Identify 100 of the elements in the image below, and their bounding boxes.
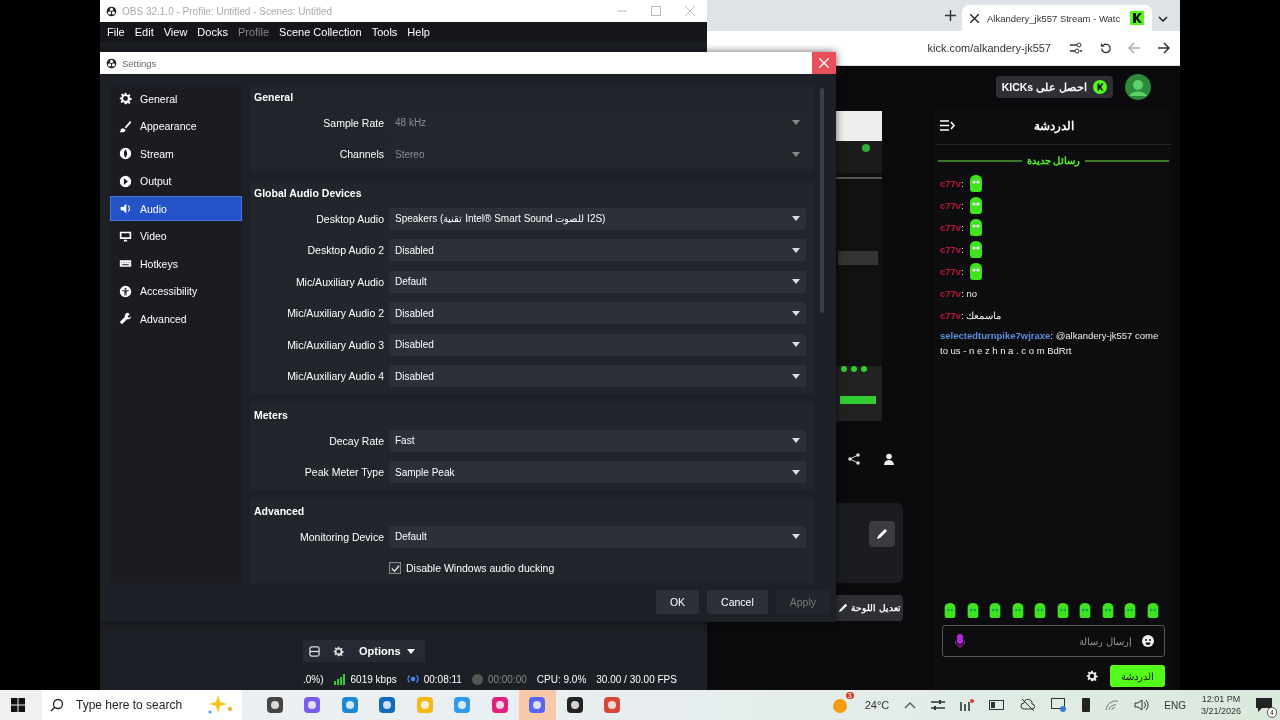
avatar[interactable] (1125, 74, 1151, 100)
coin-icon (1093, 80, 1107, 94)
forward-arrow-icon[interactable] (1157, 42, 1170, 54)
clock-time[interactable]: 12:01 PM (1201, 693, 1241, 705)
accessibility-icon (119, 284, 132, 298)
sidebar-item[interactable]: Accessibility (110, 278, 242, 304)
checkbox-label: Disable Windows audio ducking (406, 562, 555, 575)
search-icon[interactable] (50, 698, 64, 712)
menu-item[interactable]: Edit (129, 26, 159, 38)
sidebar-item[interactable]: Video (110, 223, 242, 249)
close-icon (819, 58, 829, 68)
gear-icon[interactable] (333, 645, 344, 657)
notification-icon[interactable] (1256, 697, 1272, 713)
close-icon[interactable] (970, 13, 979, 23)
field-label: Decay Rate (328, 434, 384, 447)
search-box[interactable]: Type here to search (42, 690, 242, 720)
message-input[interactable]: إرسال رسالة (973, 634, 1134, 648)
start-icon[interactable] (11, 698, 25, 712)
keyboard-icon (119, 257, 132, 270)
close-button[interactable] (812, 52, 836, 74)
chat-button[interactable]: الدردشة (1110, 665, 1165, 687)
settings-icon[interactable] (1086, 670, 1098, 682)
edit-button[interactable] (869, 521, 895, 547)
sidebar-item[interactable]: Audio (110, 196, 242, 221)
chat-message: selectedturnpike7wjraxe: @alkandery-jk557 come to us - n e z h n a . c o m BdRrt (940, 329, 1160, 358)
monitor-icon (119, 229, 132, 243)
chart-icon[interactable] (960, 699, 975, 711)
emote-icon[interactable] (942, 603, 958, 619)
field-label: Sample Rate (322, 116, 384, 129)
sidebar-item[interactable]: Output (110, 168, 242, 194)
brush-icon (119, 119, 132, 133)
caret-icon (792, 310, 800, 316)
menu-item[interactable]: Tools (366, 26, 403, 38)
person-icon[interactable] (884, 453, 896, 465)
task-view-icon[interactable] (265, 696, 284, 714)
tune-icon[interactable] (1069, 42, 1083, 54)
collapse-icon[interactable] (940, 120, 955, 131)
caret-icon (792, 247, 800, 253)
sidebar-item[interactable]: Hotkeys (110, 251, 242, 276)
sidebar-item[interactable]: General (110, 86, 242, 111)
sidebar-item[interactable]: Appearance (110, 113, 242, 139)
address-field[interactable]: kick.com/alkandery-jk557 (927, 42, 1051, 54)
screen-icon[interactable] (1051, 698, 1068, 712)
sliders-icon[interactable] (931, 699, 946, 711)
share-icon[interactable] (848, 453, 860, 465)
menu-item[interactable]: Help (402, 26, 435, 38)
field-label: Mic/Auxiliary Audio (294, 275, 384, 288)
phone-icon[interactable] (1082, 698, 1091, 712)
logo-icon (106, 5, 117, 17)
chat-message: c77v: (940, 243, 964, 257)
dropdown[interactable]: Disabled (389, 302, 806, 325)
reload-icon[interactable] (1099, 41, 1112, 55)
dropdown[interactable]: Default (389, 270, 806, 293)
caret-icon (792, 534, 800, 540)
dropdown[interactable]: Fast (389, 429, 806, 452)
browser-tab[interactable]: Alkandery_jk557 Stream - Watc (962, 5, 1152, 31)
menu-item[interactable]: View (158, 26, 193, 38)
caret-icon (792, 216, 800, 222)
message-box[interactable]: إرسال رسالة (942, 625, 1165, 657)
scrollbar-thumb[interactable] (820, 88, 824, 313)
checkmark-icon (390, 563, 400, 573)
dropdown[interactable]: Disabled (389, 365, 806, 388)
menu-item[interactable]: File (102, 26, 130, 38)
cloud-off-icon[interactable] (1020, 699, 1037, 711)
caret-icon (792, 373, 800, 379)
dialog-button[interactable]: Cancel (707, 590, 768, 614)
group-title: Advanced (253, 505, 306, 519)
kicks-button[interactable]: احصل على KICKs (995, 76, 1113, 98)
clock-date[interactable]: 3/21/2026 (1200, 705, 1241, 717)
app-icon[interactable] (565, 696, 584, 714)
dropdown[interactable]: Speakers (تقنية Intel® Smart Sound للصوت I2S) (389, 207, 806, 230)
battery-icon[interactable] (989, 700, 1006, 710)
temperature-text[interactable]: 24°C (864, 699, 890, 711)
broadcast-icon (406, 674, 419, 684)
caret-icon (406, 648, 415, 654)
sidebar-item[interactable]: Advanced (110, 306, 242, 331)
dialog-button[interactable]: OK (655, 590, 700, 614)
menu-item[interactable]: Scene Collection (274, 26, 367, 38)
new-tab-icon[interactable] (945, 10, 956, 21)
dropdown[interactable]: Disabled (389, 239, 806, 262)
dropdown[interactable]: Disabled (389, 333, 806, 356)
window-title: OBS 32.1.0 - Profile: Untitled - Scenes: Untitled (122, 5, 334, 17)
chat-message: c77v: (940, 199, 964, 213)
sidebar-item[interactable]: Stream (110, 141, 242, 166)
speaker-icon[interactable] (1134, 699, 1150, 711)
emoji-icon[interactable] (1142, 635, 1154, 647)
record-time: 00:00:00 (487, 673, 527, 685)
chevron-down-icon[interactable] (1158, 16, 1168, 22)
list-icon[interactable] (309, 645, 320, 657)
caret-icon (792, 279, 800, 285)
search-field[interactable]: Type here to search (74, 697, 198, 713)
checkbox[interactable] (389, 562, 401, 575)
microphone-icon[interactable] (955, 634, 965, 648)
edit-layout-button[interactable]: تعديل اللوحة (836, 595, 903, 621)
dropdown[interactable]: Sample Peak (389, 461, 806, 484)
wifi-icon[interactable] (1105, 699, 1120, 711)
menu-item[interactable]: Docks (192, 26, 233, 38)
chevron-up-icon[interactable] (904, 701, 917, 709)
dropdown[interactable]: Default (389, 525, 806, 548)
language-indicator[interactable]: ENG (1164, 699, 1186, 711)
